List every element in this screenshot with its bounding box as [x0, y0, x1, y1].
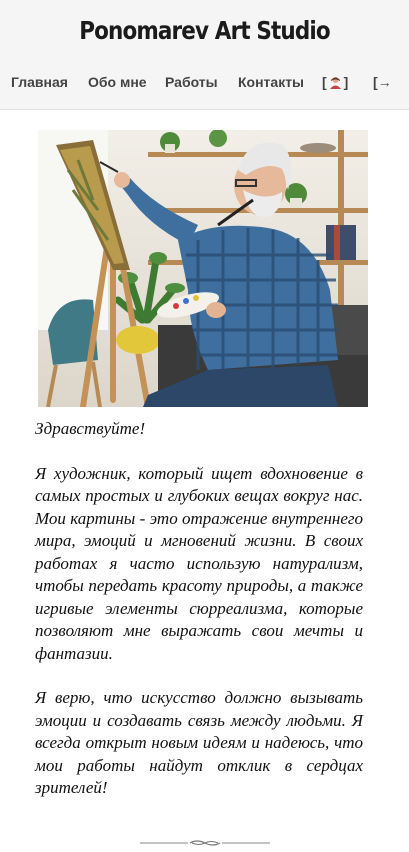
- nav-item-profile[interactable]: []: [322, 74, 348, 90]
- user-avatar-icon: [329, 76, 342, 89]
- bracket-open: [: [322, 74, 327, 90]
- main-nav: Главная Обо мне Работы Контакты [] [→: [0, 74, 409, 96]
- nav-item-about[interactable]: Обо мне: [88, 74, 147, 90]
- nav-item-works[interactable]: Работы: [165, 74, 218, 90]
- about-paragraph-2: Я верю, что искусство должно вызывать эм…: [35, 688, 363, 797]
- about-paragraph-1: Я художник, который ищет вдохновение в с…: [35, 463, 363, 663]
- about-text: Здравствуйте! Я художник, который ищет в…: [35, 418, 363, 822]
- artist-photo: [38, 130, 368, 407]
- nav-item-home[interactable]: Главная: [11, 74, 68, 90]
- site-header: Ponomarev Art Studio Главная Обо мне Раб…: [0, 0, 409, 110]
- bracket-close: ]: [343, 74, 349, 90]
- login-icon[interactable]: [→: [373, 74, 392, 90]
- nav-item-contacts[interactable]: Контакты: [238, 74, 304, 90]
- site-title[interactable]: Ponomarev Art Studio: [29, 16, 381, 45]
- greeting: Здравствуйте!: [35, 419, 146, 438]
